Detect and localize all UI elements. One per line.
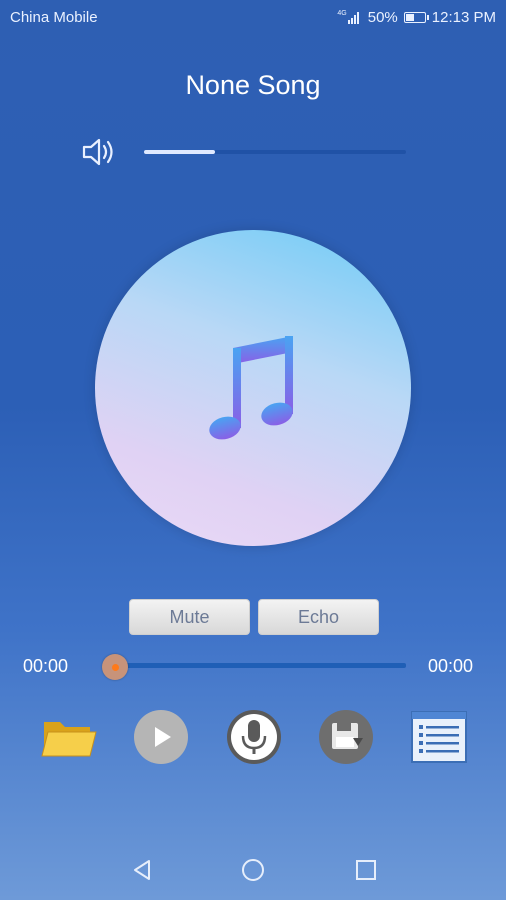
folder-icon[interactable]	[40, 708, 98, 766]
current-time: 00:00	[23, 656, 69, 676]
control-bar	[0, 708, 506, 768]
volume-slider[interactable]	[144, 150, 406, 154]
progress-track[interactable]	[116, 663, 406, 668]
volume-icon[interactable]	[80, 135, 120, 169]
song-title: None Song	[185, 70, 321, 100]
volume-slider-fill	[144, 150, 215, 154]
battery-percent: 50%	[367, 8, 398, 26]
recents-icon[interactable]	[354, 858, 378, 882]
microphone-icon[interactable]	[225, 708, 283, 766]
signal-icon: 4G	[337, 10, 361, 24]
echo-button[interactable]: Echo	[258, 599, 379, 635]
play-icon[interactable]	[132, 708, 190, 766]
playlist-icon[interactable]	[410, 708, 468, 766]
volume-control[interactable]	[80, 135, 410, 169]
progress-knob[interactable]	[102, 654, 128, 680]
save-disk-icon[interactable]	[317, 708, 375, 766]
effect-buttons: Mute Echo	[129, 599, 379, 635]
carrier-label: China Mobile	[10, 8, 98, 26]
network-label: 4G	[337, 10, 347, 17]
home-icon[interactable]	[241, 858, 265, 882]
navigation-bar	[0, 840, 506, 900]
status-icons: 4G 50% 12:13 PM	[337, 9, 496, 26]
mute-button[interactable]: Mute	[129, 599, 250, 635]
total-time: 00:00	[428, 656, 474, 676]
back-icon[interactable]	[130, 858, 154, 882]
status-bar: China Mobile 4G 50% 12:13 PM	[0, 0, 506, 34]
clock: 12:13 PM	[431, 8, 496, 26]
battery-icon	[403, 11, 429, 23]
music-note-icon	[209, 336, 293, 440]
album-art-disc	[95, 230, 411, 546]
